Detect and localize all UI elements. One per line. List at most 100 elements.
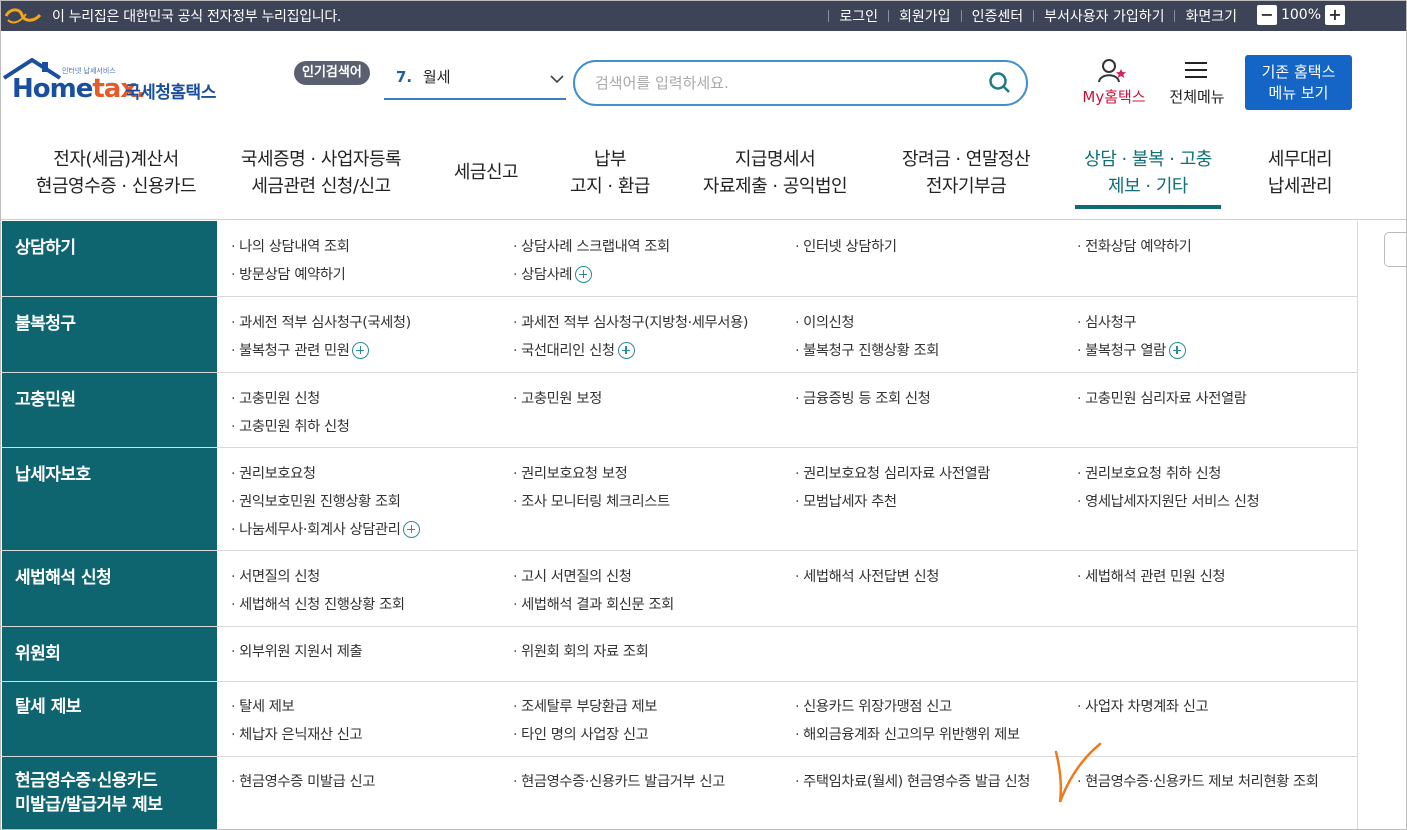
menu-link[interactable]: 권리보호요청 <box>231 462 316 483</box>
menu-link[interactable]: 권리보호요청 보정 <box>513 462 628 483</box>
old-hometax-menu-button[interactable]: 기존 홈택스 메뉴 보기 <box>1245 55 1352 110</box>
gnb-payment-statements[interactable]: 지급명세서 자료제출 · 공익법인 <box>692 146 858 200</box>
menu-link[interactable]: 권리보호요청 취하 신청 <box>1077 462 1221 483</box>
divider <box>0 219 1407 220</box>
gnb-tax-filing[interactable]: 세금신고 <box>446 159 526 186</box>
menu-link[interactable]: 현금영수증·신용카드 제보 처리현황 조회 <box>1077 770 1319 791</box>
search-input[interactable] <box>595 72 975 94</box>
menu-link-expandable[interactable]: 국선대리인 신청 <box>513 339 635 360</box>
menu-link[interactable]: 과세전 적부 심사청구(국세청) <box>231 311 411 332</box>
gnb-tax-agent[interactable]: 세무대리 납세관리 <box>1252 146 1348 200</box>
table-row: 탈세 제보 탈세 제보 조세탈루 부당환급 제보 신용카드 위장가맹점 신고 사… <box>2 682 1358 757</box>
menu-link[interactable]: 인터넷 상담하기 <box>795 235 897 256</box>
gnb-label: 전자기부금 <box>925 176 1007 197</box>
gnb-incentive-yearend[interactable]: 장려금 · 연말정산 전자기부금 <box>886 146 1046 200</box>
menu-link[interactable]: 세법해석 결과 회신문 조회 <box>513 593 674 614</box>
menu-link[interactable]: 외부위원 지원서 제출 <box>231 640 362 661</box>
menu-link[interactable]: 고충민원 취하 신청 <box>231 415 350 436</box>
search-icon[interactable] <box>988 71 1012 95</box>
category-text: 고충민원 <box>15 390 76 410</box>
gov-banner: 이 누리집은 대한민국 공식 전자정부 누리집입니다. 로그인 회원가입 인증센… <box>0 0 1407 31</box>
my-hometax-button[interactable]: My홈택스 <box>1076 58 1152 108</box>
expand-plus-icon[interactable] <box>352 342 370 359</box>
gnb-label: 지급명세서 <box>734 149 816 170</box>
menu-link[interactable]: 세법해석 신청 진행상황 조회 <box>231 593 405 614</box>
menu-link[interactable]: 고충민원 심리자료 사전열람 <box>1077 387 1247 408</box>
gnb-payment[interactable]: 납부 고지 · 환급 <box>556 146 664 200</box>
menu-link[interactable]: 금융증빙 등 조회 신청 <box>795 387 931 408</box>
menu-link[interactable]: 고시 서면질의 신청 <box>513 565 632 586</box>
menu-link[interactable]: 상담사례 스크랩내역 조회 <box>513 235 670 256</box>
menu-link[interactable]: 세법해석 사전답변 신청 <box>795 565 939 586</box>
menu-link[interactable]: 전화상담 예약하기 <box>1077 235 1192 256</box>
all-menu-button[interactable]: 전체메뉴 <box>1164 58 1230 108</box>
table-row: 고충민원 고충민원 신청 고충민원 보정 금융증빙 등 조회 신청 고충민원 심… <box>2 373 1358 448</box>
menu-link[interactable]: 불복청구 진행상황 조회 <box>795 339 939 360</box>
menu-link[interactable]: 권리보호요청 심리자료 사전열람 <box>795 462 990 483</box>
zoom-in-button[interactable]: + <box>1325 5 1345 25</box>
expand-plus-icon[interactable] <box>575 266 593 283</box>
popular-keyword-rank: 7. <box>396 68 413 86</box>
category-text: 현금영수증·신용카드 <box>15 771 158 791</box>
menu-link-text: 불복청구 열람 <box>1085 343 1166 359</box>
menu-link[interactable]: 이의신청 <box>795 311 854 332</box>
menu-link[interactable]: 주택임차료(월세) 현금영수증 발급 신청 <box>795 770 1030 791</box>
hometax-logo[interactable]: 인터넷 납세서비스 Hometax. 국세청홈택스 <box>2 58 232 106</box>
menu-link[interactable]: 타인 명의 사업장 신고 <box>513 723 649 744</box>
table-row: 현금영수증·신용카드 미발급/발급거부 제보 현금영수증 미발급 신고 현금영수… <box>2 757 1358 830</box>
menu-link[interactable]: 심사청구 <box>1077 311 1136 332</box>
menu-link[interactable]: 사업자 차명계좌 신고 <box>1077 695 1208 716</box>
menu-link[interactable]: 과세전 적부 심사청구(지방청·세무서용) <box>513 311 748 332</box>
menu-link[interactable]: 고충민원 신청 <box>231 387 320 408</box>
menu-link[interactable]: 위원회 회의 자료 조회 <box>513 640 649 661</box>
menu-link-expandable[interactable]: 나눔세무사·회계사 상담관리 <box>231 518 421 539</box>
menu-link-expandable[interactable]: 불복청구 열람 <box>1077 339 1186 360</box>
egov-logo-icon <box>4 8 42 24</box>
menu-link[interactable]: 영세납세자지원단 서비스 신청 <box>1077 490 1259 511</box>
menu-link[interactable]: 모범납세자 추천 <box>795 490 897 511</box>
old-menu-line2: 메뉴 보기 <box>1268 84 1329 102</box>
login-link[interactable]: 로그인 <box>839 6 878 26</box>
cert-center-link[interactable]: 인증센터 <box>972 6 1024 26</box>
divider <box>828 10 830 22</box>
dept-user-signup-link[interactable]: 부서사용자 가입하기 <box>1044 6 1164 26</box>
gnb-label: 국세증명 · 사업자등록 <box>240 149 402 170</box>
category-text: 탈세 제보 <box>15 697 81 717</box>
menu-link[interactable]: 서면질의 신청 <box>231 565 320 586</box>
gnb-label: 납부 <box>593 149 627 170</box>
menu-link[interactable]: 권익보호민원 진행상황 조회 <box>231 490 401 511</box>
menu-link[interactable]: 세법해석 관련 민원 신청 <box>1077 565 1225 586</box>
zoom-out-button[interactable]: − <box>1256 5 1277 25</box>
menu-link[interactable]: 탈세 제보 <box>231 695 295 716</box>
category-text: 상담하기 <box>15 238 76 258</box>
table-row: 상담하기 나의 상담내역 조회 상담사례 스크랩내역 조회 인터넷 상담하기 전… <box>2 221 1358 297</box>
menu-link[interactable]: 해외금융계좌 신고의무 위반행위 제보 <box>795 723 1020 744</box>
popular-keyword-select[interactable]: 7. 월세 <box>384 66 566 100</box>
menu-link[interactable]: 고충민원 보정 <box>513 387 602 408</box>
gnb-consult-appeal[interactable]: 상담 · 불복 · 고충 제보 · 기타 <box>1068 146 1228 200</box>
menu-link[interactable]: 신용카드 위장가맹점 신고 <box>795 695 952 716</box>
expand-plus-icon[interactable] <box>1168 342 1186 359</box>
menu-link[interactable]: 조사 모니터링 체크리스트 <box>513 490 670 511</box>
menu-link[interactable]: 방문상담 예약하기 <box>231 263 346 284</box>
signup-link[interactable]: 회원가입 <box>899 6 951 26</box>
menu-link-text: 상담사례 <box>521 267 573 283</box>
menu-link[interactable]: 조세탈루 부당환급 제보 <box>513 695 657 716</box>
gnb-certificates[interactable]: 국세증명 · 사업자등록 세금관련 신청/신고 <box>228 146 414 200</box>
screen-size-label: 화면크기 <box>1185 9 1237 25</box>
all-menu-label: 전체메뉴 <box>1169 88 1225 106</box>
menu-link[interactable]: 나의 상담내역 조회 <box>231 235 350 256</box>
menu-link[interactable]: 현금영수증 미발급 신고 <box>231 770 375 791</box>
category-text: 납세자보호 <box>15 465 91 485</box>
side-panel-tab[interactable] <box>1384 232 1407 267</box>
menu-link[interactable]: 체납자 은닉재산 신고 <box>231 723 362 744</box>
menu-link-expandable[interactable]: 불복청구 관련 민원 <box>231 339 370 360</box>
divider <box>960 10 962 22</box>
menu-link[interactable]: 현금영수증·신용카드 발급거부 신고 <box>513 770 725 791</box>
gnb-e-invoice[interactable]: 전자(세금)계산서 현금영수증 · 신용카드 <box>18 146 214 200</box>
user-icon <box>1098 59 1126 83</box>
expand-plus-icon[interactable] <box>403 521 421 538</box>
expand-plus-icon[interactable] <box>617 342 635 359</box>
menu-link-expandable[interactable]: 상담사례 <box>513 263 593 284</box>
main-navigation: 전자(세금)계산서 현금영수증 · 신용카드 국세증명 · 사업자등록 세금관련… <box>0 138 1407 220</box>
